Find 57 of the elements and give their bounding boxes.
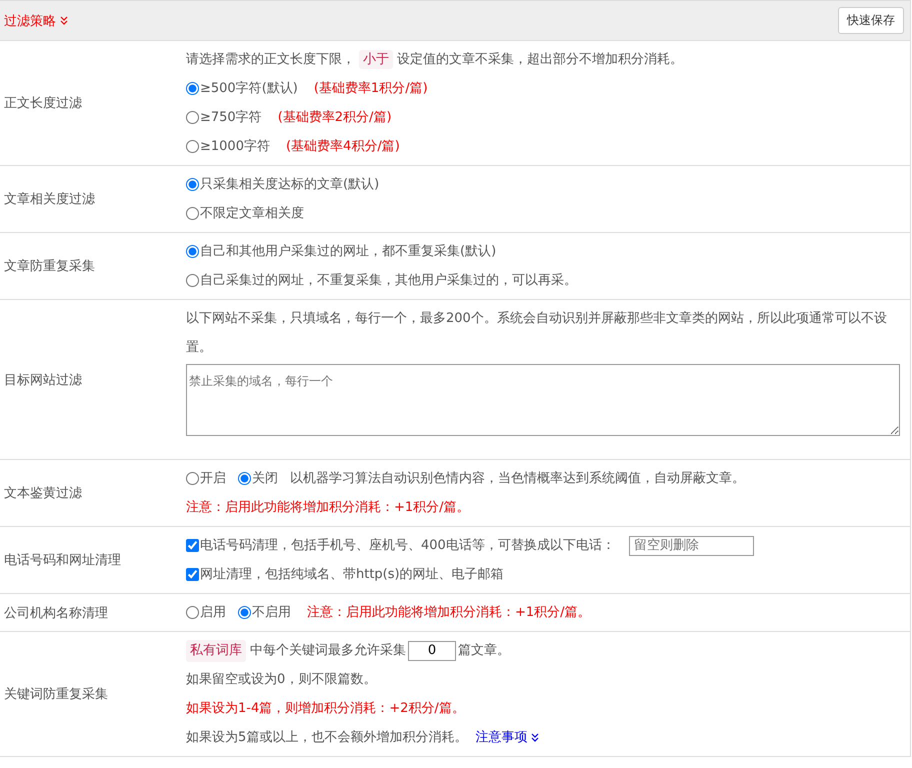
highlight-tag: 私有词库 bbox=[186, 640, 246, 662]
warning-note: 注意：启用此功能将增加积分消耗：+1积分/篇。 bbox=[307, 604, 591, 622]
radio-button[interactable] bbox=[186, 140, 199, 153]
row-label: 目标网站过滤 bbox=[4, 372, 82, 388]
option-label[interactable]: 不启用 bbox=[252, 598, 291, 627]
description-text: 篇文章。 bbox=[458, 642, 510, 660]
quick-save-button[interactable]: 快速保存 bbox=[838, 7, 904, 34]
description-text: 设定值的文章不采集，超出部分不增加积分消耗。 bbox=[397, 52, 683, 67]
radio-button[interactable] bbox=[186, 274, 199, 287]
radio-button[interactable] bbox=[238, 606, 251, 619]
description-text: 如果设为5篇或以上，也不会额外增加积分消耗。 bbox=[186, 729, 468, 747]
option-label[interactable]: ≥1000字符 bbox=[200, 132, 270, 161]
option-label[interactable]: ≥750字符 bbox=[200, 103, 262, 132]
option-label[interactable]: 电话号码清理，包括手机号、座机号、400电话等，可替换成以下电话： bbox=[200, 531, 615, 560]
option-label[interactable]: 网址清理，包括纯域名、带http(s)的网址、电子邮箱 bbox=[200, 560, 504, 589]
description-text: 如果留空或设为0，则不限篇数。 bbox=[186, 672, 376, 687]
notes-link[interactable]: 注意事项 bbox=[475, 723, 540, 752]
row-label: 正文长度过滤 bbox=[4, 95, 82, 112]
radio-button[interactable] bbox=[186, 472, 199, 485]
radio-button[interactable] bbox=[186, 606, 199, 619]
radio-button[interactable] bbox=[186, 111, 199, 124]
option-label[interactable]: ≥500字符(默认) bbox=[200, 74, 298, 103]
option-label[interactable]: 不限定文章相关度 bbox=[200, 199, 304, 228]
option-label[interactable]: 关闭 bbox=[252, 464, 278, 493]
radio-button[interactable] bbox=[186, 82, 199, 95]
radio-button[interactable] bbox=[238, 472, 251, 485]
radio-button[interactable] bbox=[186, 178, 199, 191]
row-label: 文本鉴黄过滤 bbox=[4, 485, 82, 502]
row-label: 文章防重复采集 bbox=[4, 258, 95, 275]
double-chevron-icon bbox=[531, 733, 540, 742]
input-field[interactable]: 留空则删除 bbox=[628, 536, 754, 556]
double-chevron-icon bbox=[60, 16, 68, 25]
option-label[interactable]: 自己采集过的网址，不重复采集，其他用户采集过的，可以再采。 bbox=[200, 266, 577, 295]
radio-button[interactable] bbox=[186, 245, 199, 258]
checkbox[interactable] bbox=[186, 568, 199, 581]
domain-textarea[interactable]: 禁止采集的域名，每行一个 bbox=[186, 364, 900, 436]
checkbox[interactable] bbox=[186, 539, 199, 552]
highlight-tag: 小于 bbox=[359, 50, 393, 69]
warning-note: 注意：启用此功能将增加积分消耗：+1积分/篇。 bbox=[186, 499, 470, 517]
warning-note: 如果设为1-4篇，则增加积分消耗：+2积分/篇。 bbox=[186, 700, 465, 718]
description-text: 中每个关键词最多允许采集 bbox=[250, 642, 406, 660]
row-label: 公司机构名称清理 bbox=[4, 604, 108, 622]
description-text: 请选择需求的正文长度下限， bbox=[186, 52, 355, 67]
row-label: 关键词防重复采集 bbox=[4, 686, 108, 703]
option-label[interactable]: 自己和其他用户采集过的网址，都不重复采集(默认) bbox=[200, 237, 496, 266]
row-label: 电话号码和网址清理 bbox=[4, 552, 121, 569]
warning-note: (基础费率2积分/篇) bbox=[278, 109, 392, 127]
input-field[interactable]: 0 bbox=[408, 640, 456, 660]
description-text: 以下网站不采集，只填域名，每行一个，最多200个。系统会自动识别并屏蔽那些非文章类的网站，所以此项通常可以不设置。 bbox=[186, 311, 887, 355]
description-text: 以机器学习算法自动识别色情内容，当色情概率达到系统阈值，自动屏蔽文章。 bbox=[290, 470, 745, 488]
option-label[interactable]: 只采集相关度达标的文章(默认) bbox=[200, 170, 380, 199]
row-label: 文章相关度过滤 bbox=[4, 191, 95, 208]
option-label[interactable]: 启用 bbox=[200, 598, 226, 627]
warning-note: (基础费率1积分/篇) bbox=[314, 80, 428, 98]
warning-note: (基础费率4积分/篇) bbox=[286, 138, 400, 156]
radio-button[interactable] bbox=[186, 207, 199, 220]
option-label[interactable]: 开启 bbox=[200, 464, 226, 493]
